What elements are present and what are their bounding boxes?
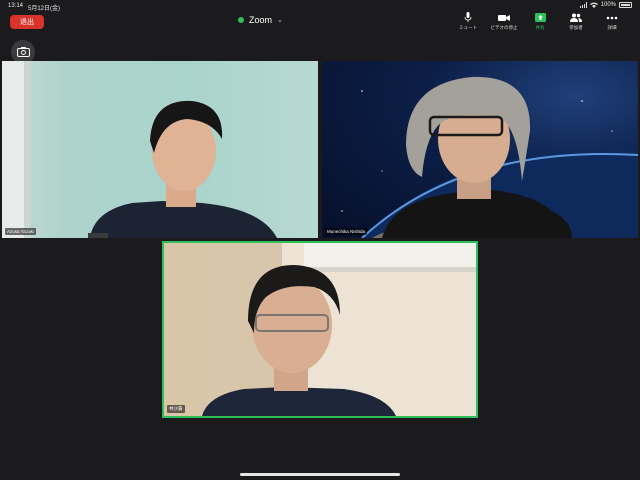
participant-video-tile[interactable]: Azusa Yazaki — [2, 61, 318, 238]
active-speaker-video-tile[interactable]: 林沙貴 — [162, 241, 478, 418]
participant-video-image — [202, 243, 476, 416]
mute-label: ミュート — [459, 26, 477, 31]
secure-shield-icon — [238, 17, 244, 23]
leave-button[interactable]: 退出 — [10, 15, 44, 29]
participants-label: 参加者 — [569, 26, 583, 31]
participant-video-image — [341, 76, 638, 238]
wifi-icon — [589, 2, 598, 8]
more-dots-icon — [606, 12, 618, 23]
participants-button[interactable]: 参加者 — [558, 12, 594, 34]
participant-name-label: 林沙貴 — [167, 405, 185, 413]
battery-percent: 100% — [600, 2, 616, 8]
video-label: ビデオの停止 — [490, 26, 518, 31]
participant-video-tile[interactable]: Munechika Nishida — [322, 61, 638, 238]
status-date: 5月12日(金) — [28, 6, 61, 12]
cellular-signal-icon — [579, 2, 587, 8]
video-button[interactable]: ビデオの停止 — [486, 12, 522, 34]
meeting-title[interactable]: Zoom ⌄ — [238, 15, 283, 25]
video-camera-icon — [498, 12, 510, 23]
mute-button[interactable]: ミュート — [450, 12, 486, 34]
status-right: 100% — [579, 2, 632, 8]
meeting-toolbar: ミュート ビデオの停止 共有 参加者 詳細 — [450, 12, 630, 34]
share-button[interactable]: 共有 — [522, 12, 558, 34]
camera-switch-icon — [16, 47, 30, 57]
app-title-label: Zoom — [249, 15, 273, 25]
mic-icon — [464, 12, 472, 23]
status-time: 13:14 — [8, 3, 24, 9]
participant-name-label: Azusa Yazaki — [5, 228, 36, 235]
participant-video-image — [2, 61, 277, 238]
chevron-down-icon: ⌄ — [277, 17, 283, 24]
participants-icon — [570, 12, 582, 23]
home-indicator[interactable] — [240, 473, 400, 476]
battery-icon — [619, 2, 632, 8]
participant-name-label: Munechika Nishida — [325, 228, 368, 235]
status-bar: 13:14 5月12日(金) 100% — [0, 0, 640, 12]
share-screen-icon — [534, 12, 546, 23]
more-button[interactable]: 詳細 — [594, 12, 630, 34]
share-label: 共有 — [535, 26, 545, 31]
more-label: 詳細 — [607, 26, 617, 31]
